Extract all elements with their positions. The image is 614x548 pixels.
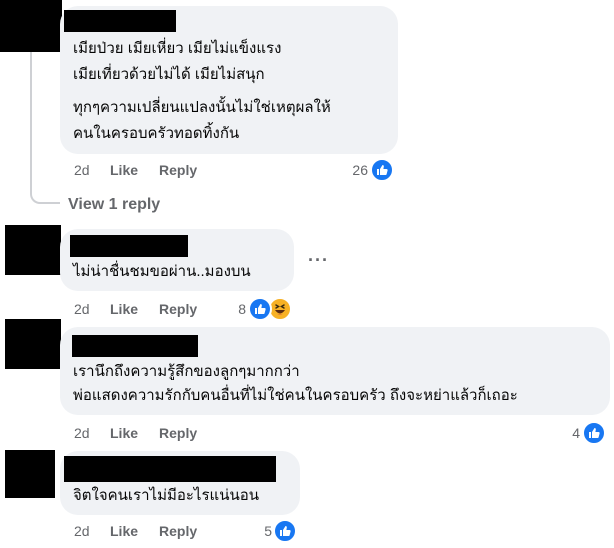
more-options-icon[interactable]: ··· xyxy=(308,250,329,271)
avatar[interactable] xyxy=(5,225,61,275)
redacted-author-name[interactable] xyxy=(70,235,188,257)
thumbs-up-icon xyxy=(248,297,272,321)
comment-bubble: ไม่น่าชื่นชมขอผ่าน..มองบน xyxy=(60,229,294,291)
reaction-count[interactable]: 8 xyxy=(226,301,246,317)
comment-bubble: เรานึกถึงความรู้สึกของลูกๆมากกว่า พ่อแสด… xyxy=(60,327,610,415)
comment-text-line: เมียเที่ยวด้วยไม่ได้ เมียไม่สนุก xyxy=(73,66,265,83)
thread-line xyxy=(30,52,32,190)
comment-timestamp[interactable]: 2d xyxy=(74,425,90,441)
reply-button[interactable]: Reply xyxy=(159,425,197,441)
avatar[interactable] xyxy=(5,450,55,498)
reply-button[interactable]: Reply xyxy=(159,523,197,539)
comment-text-line: เรานึกถึงความรู้สึกของลูกๆมากกว่า xyxy=(73,363,300,380)
like-button[interactable]: Like xyxy=(110,523,138,539)
thread-curve xyxy=(30,186,60,204)
reaction-count[interactable]: 5 xyxy=(256,523,272,539)
redacted-author-name[interactable] xyxy=(64,456,276,482)
like-button[interactable]: Like xyxy=(110,162,138,178)
comment-text-line: ไม่น่าชื่นชมขอผ่าน..มองบน xyxy=(73,263,251,280)
comment-text-line: คนในครอบครัวทอดทิ้งกัน xyxy=(73,125,240,142)
thumbs-up-icon xyxy=(582,421,606,445)
comment-timestamp[interactable]: 2d xyxy=(74,162,90,178)
comment-text-line: จิตใจคนเราไม่มีอะไรแน่นอน xyxy=(73,487,259,504)
thumbs-up-icon xyxy=(370,158,394,182)
comment-timestamp[interactable]: 2d xyxy=(74,523,90,539)
reply-button[interactable]: Reply xyxy=(159,162,197,178)
avatar[interactable] xyxy=(0,0,62,52)
comment-bubble: เมียป่วย เมียเหี่ยว เมียไม่แข็งแรง เมียเ… xyxy=(60,6,398,154)
like-button[interactable]: Like xyxy=(110,301,138,317)
reaction-count[interactable]: 26 xyxy=(340,162,368,178)
redacted-author-name[interactable] xyxy=(72,335,198,357)
reaction-count[interactable]: 4 xyxy=(564,425,580,441)
comment-timestamp[interactable]: 2d xyxy=(74,301,90,317)
redacted-author-name[interactable] xyxy=(64,10,176,32)
view-replies-link[interactable]: View 1 reply xyxy=(68,196,160,214)
avatar[interactable] xyxy=(5,319,61,369)
comment-text-line: ทุกๆความเปลี่ยนแปลงนั้นไม่ใช่เหตุผลให้ xyxy=(73,99,331,116)
comment-text-line: เมียป่วย เมียเหี่ยว เมียไม่แข็งแรง xyxy=(73,40,282,57)
thumbs-up-icon xyxy=(273,519,297,543)
comment-text-line: พ่อแสดงความรักกับคนอื่นที่ไม่ใช่คนในครอบ… xyxy=(73,387,518,404)
comment-bubble: จิตใจคนเราไม่มีอะไรแน่นอน xyxy=(60,451,300,515)
like-button[interactable]: Like xyxy=(110,425,138,441)
reply-button[interactable]: Reply xyxy=(159,301,197,317)
